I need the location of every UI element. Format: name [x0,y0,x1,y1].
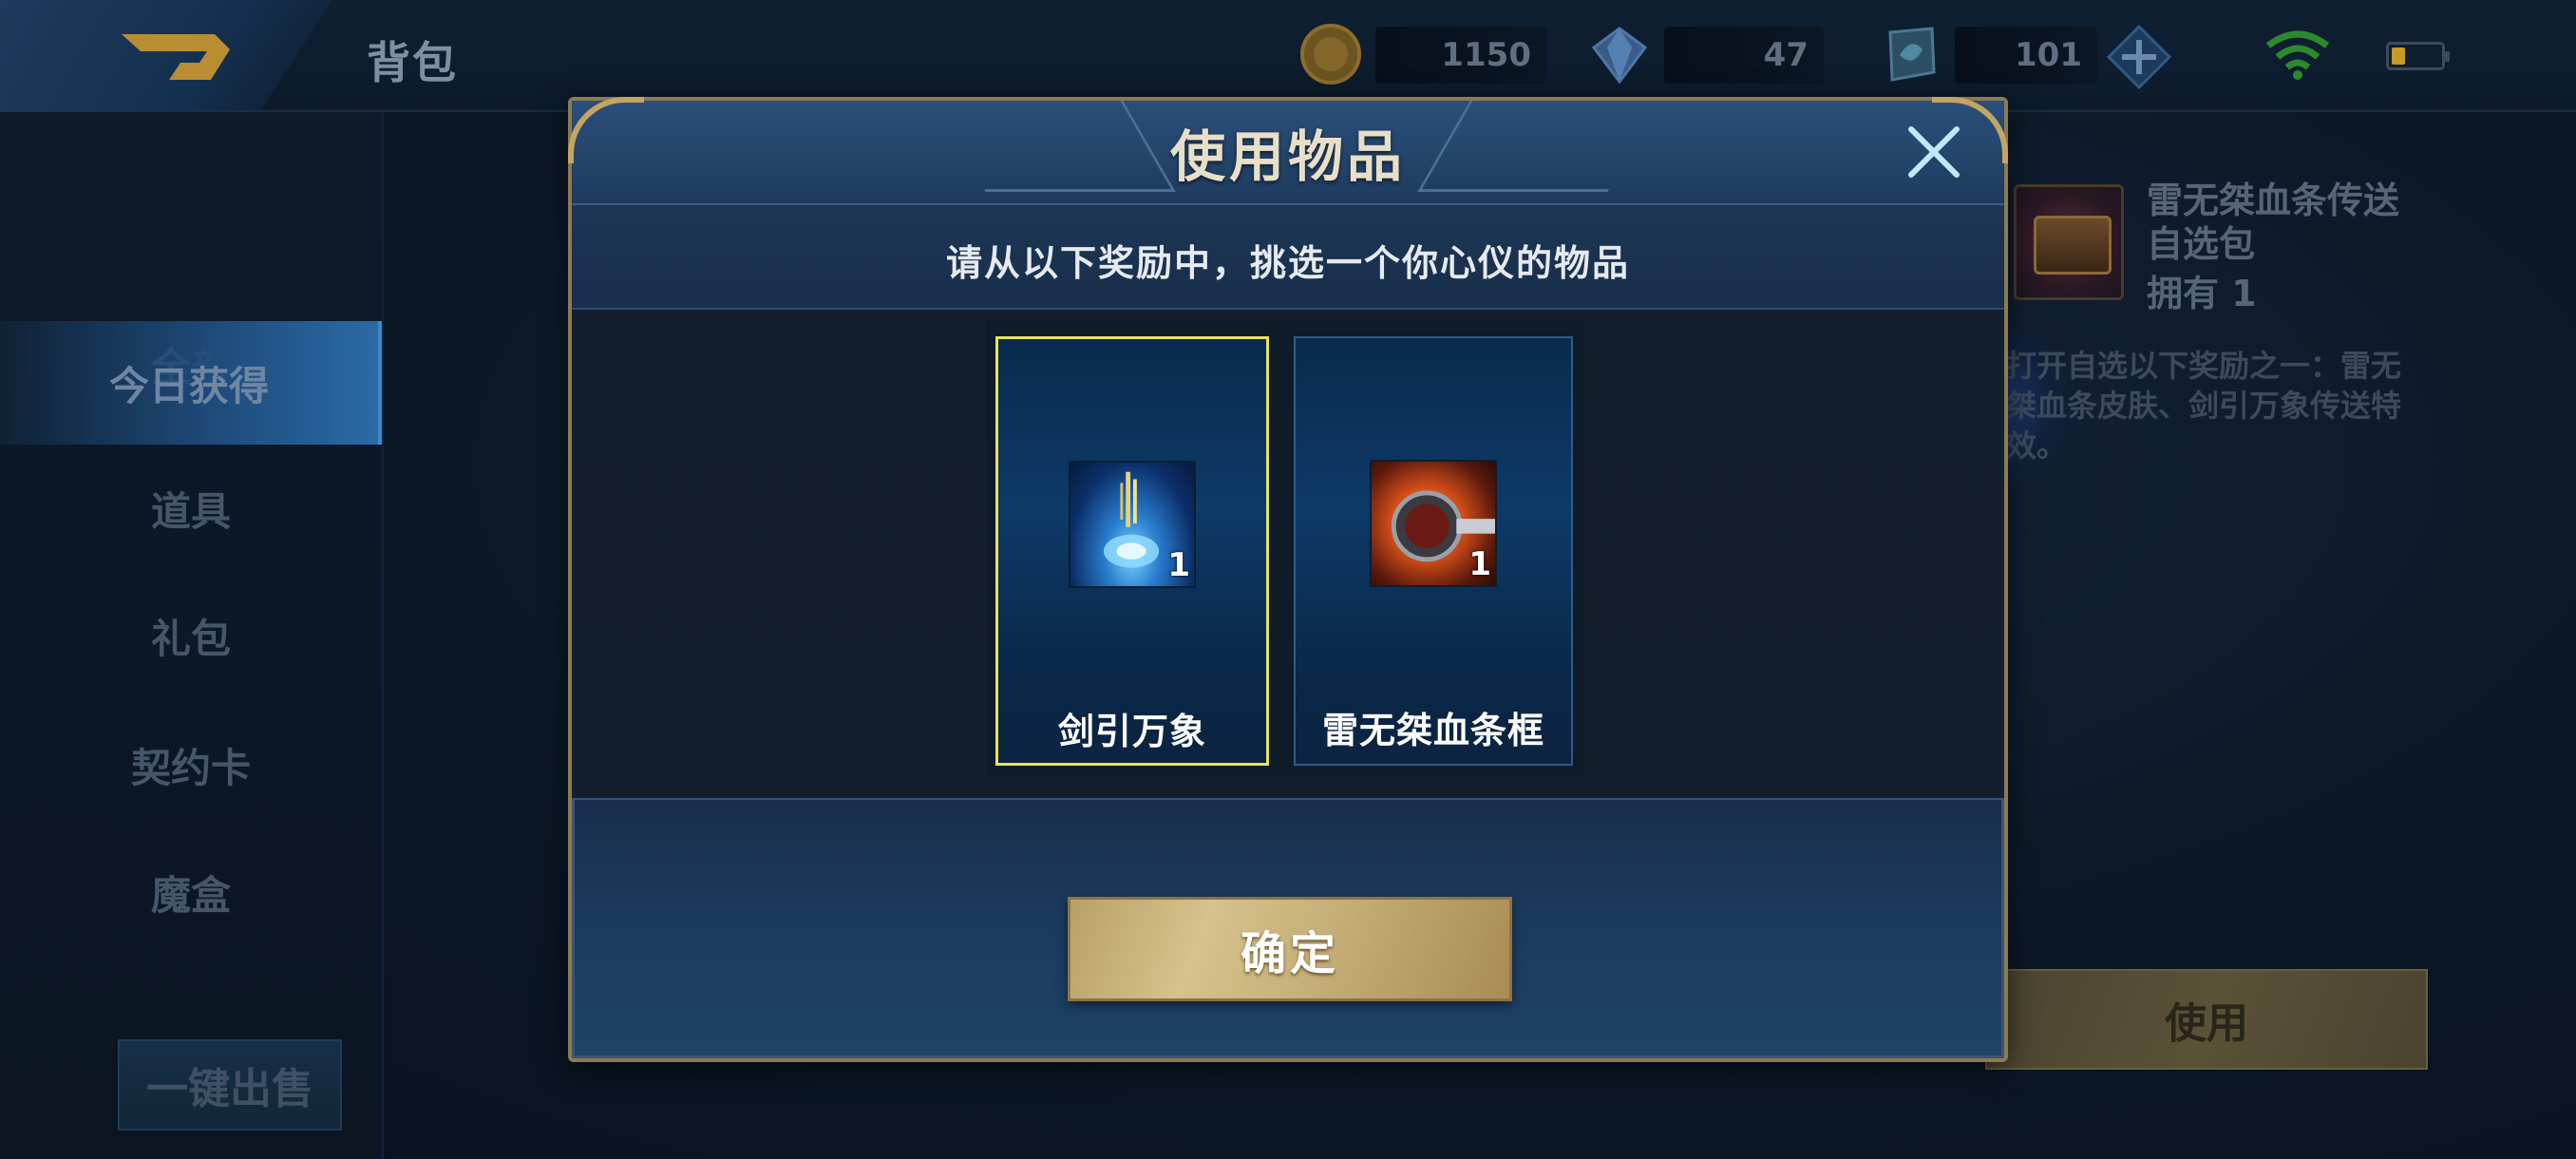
gold-coin-icon [1300,24,1361,85]
sidebar-item-label: 礼包 [150,615,231,662]
reward-choices: 1 剑引万象 1 雷无桀血条框 [986,319,1584,775]
sword-portal-icon: 1 [1069,461,1196,588]
page-title: 背包 [367,37,458,88]
reward-card-health-bar[interactable]: 1 雷无桀血条框 [1294,336,1573,766]
item-quantity: 1 [1167,546,1190,584]
item-quantity: 1 [1468,545,1491,583]
sidebar-item-label: 今日获得 [108,362,269,409]
use-button[interactable]: 使用 [1985,969,2428,1070]
gold-value: 1150 [1441,36,1531,74]
sidebar-item-label: 契约卡 [130,744,251,791]
quick-sell-button[interactable]: 一键出售 [118,1039,342,1130]
dialog-instruction-bar: 请从以下奖励中，挑选一个你心仪的物品 [572,205,2004,310]
confirm-button[interactable]: 确定 [1068,897,1512,1001]
screen: 背包 1150 47 101 今日获得 道具 礼包 契约卡 魔盒 一键出售 雷无… [0,0,2576,1159]
add-currency-plus-icon[interactable] [2105,23,2173,91]
dialog-title: 使用物品 [1169,124,1406,189]
gem-token-icon [1888,27,1936,82]
reward-name: 剑引万象 [1057,711,1206,752]
use-item-dialog: 使用物品 请从以下奖励中，挑选一个你心仪的物品 1 剑引万象 1 雷无桀血条框 … [568,97,2008,1062]
sidebar-item-today[interactable]: 今日获得 [0,321,382,445]
battery-icon [2386,42,2450,70]
detail-description: 打开自选以下奖励之一：雷无桀血条皮肤、剑引万象传送特效。 [2006,348,2402,464]
sidebar-item-label: 魔盒 [150,871,231,919]
sidebar-item-magic-box[interactable]: 魔盒 [0,830,382,954]
sidebar-item-gift-pack[interactable]: 礼包 [0,574,382,697]
reward-card-sword[interactable]: 1 剑引万象 [995,336,1269,766]
reward-choice-area: 1 剑引万象 1 雷无桀血条框 [572,310,2004,800]
treasure-chest-icon [2014,184,2124,300]
dialog-instruction: 请从以下奖励中，挑选一个你心仪的物品 [945,242,1630,284]
wifi-icon [2265,30,2330,80]
diamond-value: 47 [1763,36,1809,74]
sidebar-item-label: 道具 [150,487,231,535]
dialog-header: 使用物品 [572,101,2004,205]
gem-value: 101 [2015,36,2082,74]
reward-name: 雷无桀血条框 [1321,710,1544,751]
detail-owned-count: 拥有 1 [2147,273,2257,314]
diamond-icon [1591,27,1648,85]
sidebar: 全部 今日获得 道具 礼包 契约卡 魔盒 [0,112,384,1159]
sidebar-item-props[interactable]: 道具 [0,446,382,570]
detail-item-name: 雷无桀血条传送自选包 [2147,180,2400,265]
sidebar-item-contract-card[interactable]: 契约卡 [0,703,382,826]
top-bar: 背包 1150 47 101 [0,0,2576,112]
back-arrow-icon[interactable] [112,21,236,91]
health-bar-frame-icon: 1 [1370,460,1497,587]
